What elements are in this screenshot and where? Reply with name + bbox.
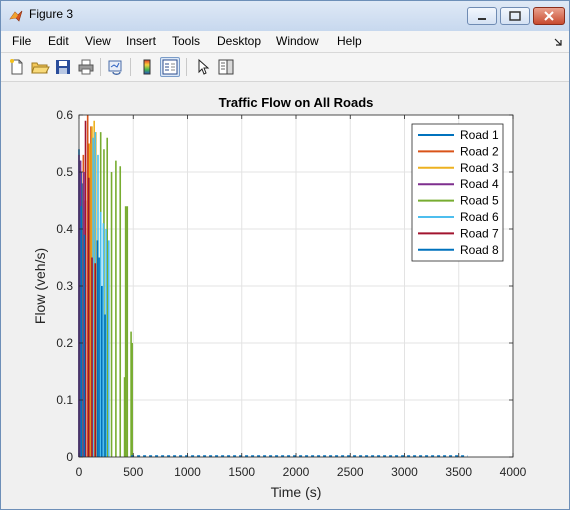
y-tick-label: 0.4 <box>56 222 73 236</box>
close-icon <box>544 11 554 21</box>
close-button[interactable] <box>533 7 565 25</box>
legend-icon <box>162 59 178 75</box>
menu-help[interactable]: Help <box>337 34 362 48</box>
minimize-icon <box>478 18 486 20</box>
figure-canvas[interactable]: 0 500 1000 1500 2000 2500 3000 3500 4000 0 0.1 0.2 0… <box>9 82 561 501</box>
save-button[interactable] <box>53 57 73 77</box>
traffic-flow-chart[interactable]: 0 500 1000 1500 2000 2500 3000 3500 4000 0 0.1 0.2 0… <box>9 82 561 501</box>
x-axis-label: Time (s) <box>271 484 322 500</box>
x-tick-label: 1000 <box>174 465 201 479</box>
x-tick-label: 500 <box>123 465 143 479</box>
new-figure-icon <box>10 59 23 75</box>
link-plot-icon <box>108 60 122 75</box>
menu-view[interactable]: View <box>85 34 111 48</box>
legend-label: Road 5 <box>460 194 499 208</box>
x-tick-label: 3500 <box>445 465 472 479</box>
y-tick-label: 0.2 <box>56 336 73 350</box>
menu-insert[interactable]: Insert <box>126 34 156 48</box>
toolbar-separator <box>186 58 187 76</box>
print-button[interactable] <box>76 57 96 77</box>
insert-colorbar-button[interactable] <box>137 57 157 77</box>
menu-file[interactable]: File <box>12 34 31 48</box>
figure-window: Figure 3 File Edit View Insert Tools Des… <box>0 0 570 510</box>
print-icon <box>78 59 94 75</box>
maximize-icon <box>509 11 521 21</box>
legend-label: Road 6 <box>460 210 499 224</box>
y-tick-label: 0.6 <box>56 108 73 122</box>
y-axis-label: Flow (veh/s) <box>32 248 48 324</box>
toolbar-separator <box>100 58 101 76</box>
open-file-button[interactable] <box>30 57 50 77</box>
figure-toolbar <box>1 53 569 82</box>
legend-label: Road 2 <box>460 144 499 158</box>
link-plot-button[interactable] <box>106 57 126 77</box>
open-file-icon <box>31 62 50 74</box>
x-tick-label: 2500 <box>337 465 364 479</box>
legend-label: Road 7 <box>460 226 499 240</box>
save-icon <box>56 60 70 74</box>
menu-edit[interactable]: Edit <box>48 34 69 48</box>
legend-label: Road 3 <box>460 161 499 175</box>
y-tick-label: 0 <box>66 450 73 464</box>
menu-desktop[interactable]: Desktop <box>217 34 261 48</box>
legend-label: Road 1 <box>460 128 499 142</box>
pointer-icon <box>198 58 210 75</box>
title-bar[interactable]: Figure 3 <box>1 1 569 32</box>
new-figure-button[interactable] <box>7 57 27 77</box>
x-tick-label: 2000 <box>283 465 310 479</box>
insert-legend-button[interactable] <box>160 57 180 77</box>
minimize-button[interactable] <box>467 7 497 25</box>
legend-label: Road 4 <box>460 177 499 191</box>
property-editor-icon <box>218 59 234 75</box>
toolbar-separator <box>130 58 131 76</box>
menu-tools[interactable]: Tools <box>172 34 200 48</box>
y-tick-label: 0.3 <box>56 279 73 293</box>
x-tick-label: 1500 <box>228 465 255 479</box>
menu-window[interactable]: Window <box>276 34 319 48</box>
colorbar-icon <box>143 59 151 75</box>
dock-arrow-icon[interactable] <box>553 37 563 47</box>
chart-title: Traffic Flow on All Roads <box>219 95 374 110</box>
maximize-button[interactable] <box>500 7 530 25</box>
legend-label: Road 8 <box>460 243 499 257</box>
matlab-logo-icon <box>9 10 23 22</box>
x-tick-label: 4000 <box>500 465 527 479</box>
menu-bar: File Edit View Insert Tools Desktop Wind… <box>1 31 569 53</box>
y-tick-label: 0.5 <box>56 165 73 179</box>
x-tick-label: 0 <box>76 465 83 479</box>
edit-plot-button[interactable] <box>193 57 213 77</box>
window-title: Figure 3 <box>29 7 74 21</box>
x-tick-label: 3000 <box>391 465 418 479</box>
property-editor-button[interactable] <box>216 57 236 77</box>
y-tick-label: 0.1 <box>56 393 73 407</box>
